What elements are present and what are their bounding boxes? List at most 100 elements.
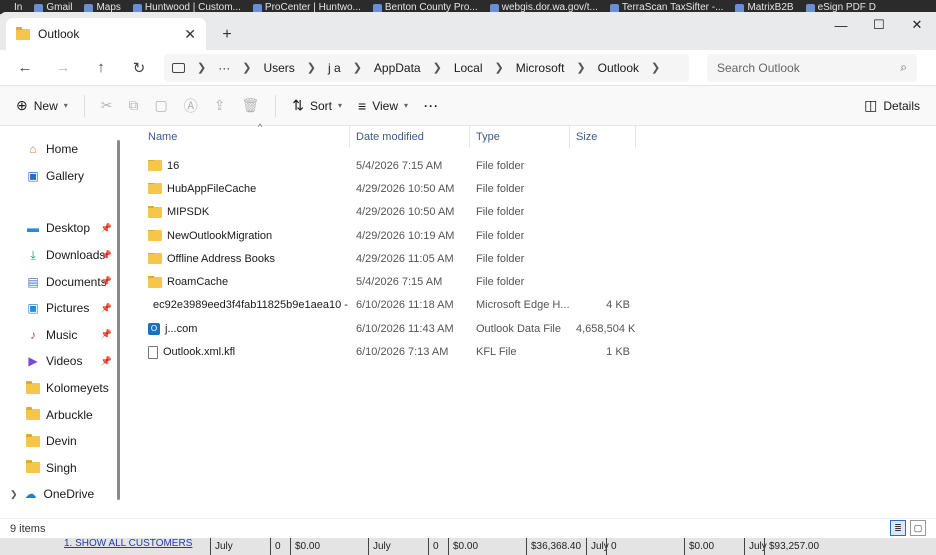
search-icon: ⌕: [900, 60, 907, 74]
sidebar-item-label: Documents: [46, 274, 107, 289]
close-tab-icon[interactable]: ✕: [184, 26, 196, 43]
tiles-view-icon[interactable]: ▢: [910, 520, 926, 536]
breadcrumb[interactable]: ❯ ··· ❯ Users ❯ j a ❯ AppData ❯ Local ❯ …: [164, 53, 689, 82]
breadcrumb-appdata[interactable]: AppData: [374, 61, 421, 75]
chevron-right-icon[interactable]: ❯: [197, 61, 206, 74]
column-header-size[interactable]: Size: [570, 126, 636, 148]
table-row[interactable]: 16 5/4/2026 7:15 AM File folder: [142, 154, 936, 177]
column-header-date[interactable]: Date modified: [350, 126, 470, 148]
new-tab-button[interactable]: +: [212, 20, 242, 50]
table-row[interactable]: MIPSDK 4/29/2026 10:50 AM File folder: [142, 201, 936, 224]
details-view-icon[interactable]: ≣: [890, 520, 906, 536]
file-type: File folder: [476, 206, 525, 219]
new-button[interactable]: ⊕ New ▾: [10, 91, 74, 121]
search-input[interactable]: Search Outlook: [717, 61, 900, 75]
sidebar-item-onedrive[interactable]: ❯ ☁ OneDrive: [0, 481, 122, 508]
cut-button[interactable]: ✂: [95, 91, 119, 121]
close-window-button[interactable]: ✕: [898, 12, 936, 38]
chevron-right-icon[interactable]: ❯: [353, 61, 362, 74]
view-button[interactable]: ≡ View ▾: [352, 91, 414, 121]
sidebar-item-kolomeyets[interactable]: Kolomeyets: [0, 375, 122, 402]
chevron-right-icon[interactable]: ❯: [242, 61, 251, 74]
folder-icon: [148, 206, 162, 218]
sidebar-item-label: OneDrive: [43, 487, 95, 502]
breadcrumb-more[interactable]: ···: [218, 61, 230, 75]
breadcrumb-user[interactable]: j a: [328, 61, 341, 75]
table-row[interactable]: Oj...com 6/10/2026 11:43 AM Outlook Data F…: [142, 317, 936, 340]
table-row[interactable]: RoamCache 5/4/2026 7:15 AM File folder: [142, 270, 936, 293]
rename-button[interactable]: Ⓐ: [178, 91, 204, 121]
file-date: 5/4/2026 7:15 AM: [356, 276, 443, 289]
chevron-right-icon[interactable]: ❯: [433, 61, 442, 74]
back-button[interactable]: ←: [8, 54, 42, 82]
column-header-type[interactable]: Type: [470, 126, 570, 148]
details-button[interactable]: ◫ Details: [858, 91, 926, 121]
pictures-icon: ▣: [27, 301, 39, 316]
chevron-right-icon[interactable]: ❯: [576, 61, 585, 74]
sidebar-item-home[interactable]: ⌂ Home: [0, 136, 122, 163]
refresh-button[interactable]: ↻: [122, 54, 156, 82]
up-button[interactable]: ↑: [84, 54, 118, 82]
background-spreadsheet: 1. SHOW ALL CUSTOMERS July 0 $0.00 July 0 $0.0…: [0, 538, 936, 555]
chevron-right-icon[interactable]: ❯: [651, 61, 660, 74]
table-row[interactable]: Outlook.xml.kfl 6/10/2026 7:13 AM KFL File…: [142, 340, 936, 363]
table-row[interactable]: HubAppFileCache 4/29/2026 10:50 AM File fo…: [142, 177, 936, 200]
tab-bar: Outlook ✕ + — ☐ ✕: [0, 12, 936, 50]
chevron-down-icon: ▾: [338, 101, 343, 110]
share-button[interactable]: ⇪: [208, 91, 232, 121]
file-name: NewOutlookMigration: [167, 229, 273, 242]
sidebar-item-downloads[interactable]: ⤓ Downloads 📌: [0, 242, 122, 269]
table-row[interactable]: ec92e3989eed3f4fab11825b9e1aea10 - Au...…: [142, 294, 936, 317]
chevron-right-icon[interactable]: ❯: [307, 61, 316, 74]
search-box[interactable]: Search Outlook ⌕: [707, 53, 917, 82]
monitor-icon[interactable]: [172, 62, 185, 73]
more-options-button[interactable]: ···: [418, 91, 445, 121]
sidebar-item-gallery[interactable]: ▣ Gallery: [0, 163, 122, 190]
sidebar-item-singh[interactable]: Singh: [0, 455, 122, 482]
maximize-button[interactable]: ☐: [860, 12, 898, 38]
breadcrumb-users[interactable]: Users: [263, 61, 294, 75]
tab-outlook[interactable]: Outlook ✕: [6, 18, 206, 50]
file-list: ^ Name Date modified Type Size 16 5/4/202…: [122, 122, 936, 518]
sidebar-item-desktop[interactable]: ▬ Desktop 📌: [0, 215, 122, 242]
forward-button[interactable]: →: [46, 54, 80, 82]
table-row[interactable]: Offline Address Books 4/29/2026 11:05 AM F…: [142, 247, 936, 270]
sidebar-item-label: Music: [46, 327, 78, 342]
chevron-right-icon[interactable]: ❯: [495, 61, 504, 74]
breadcrumb-outlook[interactable]: Outlook: [598, 61, 639, 75]
folder-icon: [148, 159, 162, 172]
details-pane-icon: ◫: [864, 97, 878, 113]
window-controls: — ☐ ✕: [822, 12, 936, 38]
new-label: New: [33, 98, 58, 113]
copy-button[interactable]: ⧉: [123, 91, 145, 121]
file-type: File folder: [476, 182, 525, 195]
folder-icon: [26, 380, 40, 394]
sidebar-item-documents[interactable]: ▤ Documents 📌: [0, 268, 122, 295]
minimize-button[interactable]: —: [822, 12, 860, 38]
delete-button[interactable]: 🗑: [235, 91, 265, 121]
paste-button[interactable]: ▢: [149, 91, 174, 121]
document-icon: ▤: [27, 274, 39, 289]
rename-icon: Ⓐ: [183, 97, 198, 114]
sort-button[interactable]: ⇅ Sort ▾: [286, 91, 348, 121]
sidebar-item-music[interactable]: ♪ Music 📌: [0, 322, 122, 349]
pin-icon: 📌: [100, 329, 112, 340]
file-name-cell: ec92e3989eed3f4fab11825b9e1aea10 - Au...: [142, 299, 350, 311]
pin-icon: 📌: [100, 302, 112, 313]
breadcrumb-microsoft[interactable]: Microsoft: [516, 61, 565, 75]
sidebar-item-videos[interactable]: ▶ Videos 📌: [0, 348, 122, 375]
sidebar-item-arbuckle[interactable]: Arbuckle: [0, 401, 122, 428]
table-row[interactable]: NewOutlookMigration 4/29/2026 10:19 AM Fil…: [142, 224, 936, 247]
chevron-right-icon[interactable]: ❯: [10, 489, 18, 500]
music-icon: ♪: [30, 327, 36, 342]
sidebar-item-label: Videos: [46, 354, 83, 369]
file-date: 5/4/2026 7:15 AM: [356, 159, 443, 172]
sidebar-item-label: Devin: [46, 434, 77, 449]
divider: [83, 94, 85, 117]
scrollbar[interactable]: [117, 140, 120, 500]
sidebar-item-pictures[interactable]: ▣ Pictures 📌: [0, 295, 122, 322]
breadcrumb-local[interactable]: Local: [454, 61, 483, 75]
background-bookmark: webgis.dor.wa.gov/t...: [488, 2, 608, 13]
column-header-name[interactable]: Name: [142, 126, 350, 148]
sidebar-item-devin[interactable]: Devin: [0, 428, 122, 455]
